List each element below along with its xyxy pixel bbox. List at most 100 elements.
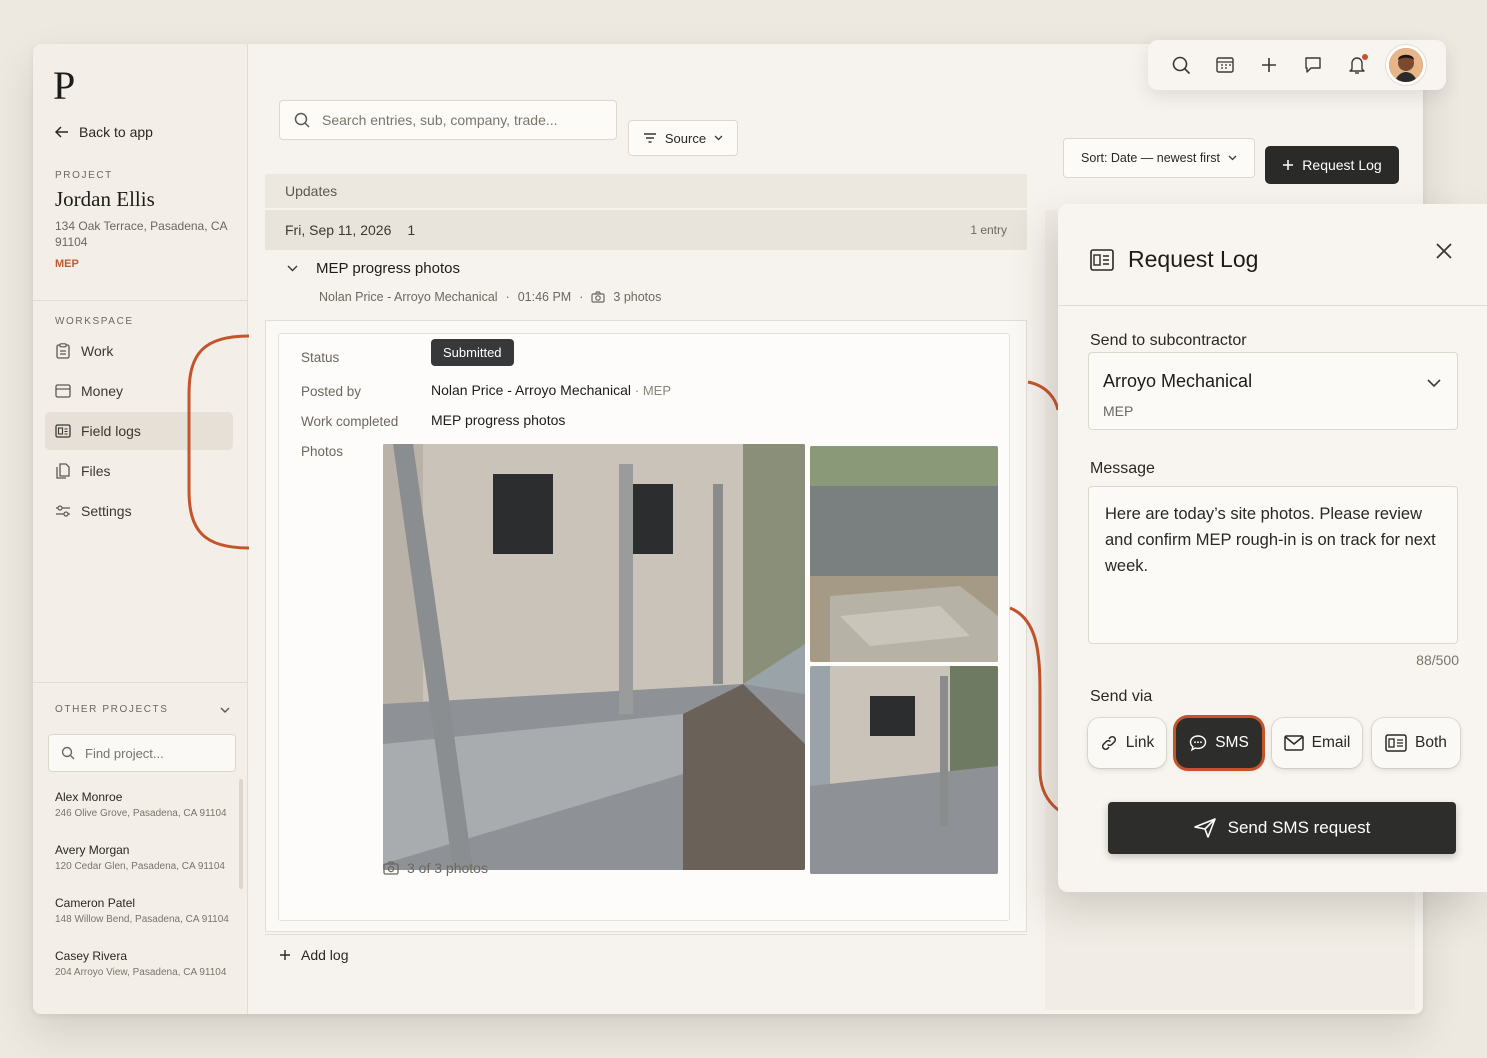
search-input[interactable]: Search entries, sub, company, trade... bbox=[279, 100, 617, 140]
sidebar-item-label: Files bbox=[81, 463, 111, 479]
updates-header: Updates bbox=[265, 174, 1027, 208]
find-project-placeholder: Find project... bbox=[85, 745, 164, 761]
plus-icon bbox=[279, 949, 291, 961]
filter-icon bbox=[643, 133, 657, 143]
date-label: Fri, Sep 11, 2026 bbox=[285, 222, 392, 238]
via-label: Both bbox=[1415, 734, 1447, 751]
list-item[interactable]: Cameron Patel 148 Willow Bend, Pasadena,… bbox=[55, 896, 240, 949]
send-sms-request-button[interactable]: Send SMS request bbox=[1108, 802, 1456, 854]
entry-detail: Status Submitted Posted by Nolan Price -… bbox=[278, 333, 1010, 921]
chat-icon bbox=[1189, 734, 1207, 752]
entry-photos-count: 3 photos bbox=[613, 290, 662, 304]
other-project-name: Casey Rivera bbox=[55, 949, 128, 963]
request-log-button[interactable]: Request Log bbox=[1265, 146, 1399, 184]
chevron-down-icon bbox=[714, 135, 723, 141]
chevron-down-icon bbox=[220, 707, 230, 713]
via-email-button[interactable]: Email bbox=[1272, 718, 1362, 768]
photos-label: Photos bbox=[301, 444, 344, 459]
via-label: Link bbox=[1125, 734, 1155, 751]
plus-icon[interactable] bbox=[1258, 54, 1280, 76]
project-trade-tag: MEP bbox=[55, 258, 79, 270]
date-group-header[interactable]: Fri, Sep 11, 2026 1 1 entry bbox=[265, 210, 1027, 250]
wallet-icon bbox=[55, 383, 71, 399]
status-value: Submitted bbox=[431, 339, 514, 366]
entry-header[interactable]: MEP progress photos Nolan Price - Arroyo… bbox=[265, 250, 1027, 320]
work-completed-label: Work completed bbox=[301, 414, 399, 429]
separator-dot: · bbox=[579, 290, 584, 304]
other-project-address: 148 Willow Bend, Pasadena, CA 91104 bbox=[55, 914, 229, 925]
top-toolbar bbox=[1148, 40, 1446, 90]
search-icon bbox=[61, 746, 75, 760]
current-project: PROJECT Jordan Ellis 134 Oak Terrace, Pa… bbox=[55, 170, 235, 270]
subcontractor-select[interactable]: Arroyo Mechanical MEP bbox=[1088, 352, 1458, 430]
subcontractor-name: Arroyo Mechanical bbox=[1103, 371, 1253, 391]
sort-dropdown[interactable]: Sort: Date — newest first bbox=[1063, 138, 1255, 178]
entry-meta: Nolan Price - Arroyo Mechanical · 01:46 … bbox=[319, 290, 661, 304]
divider bbox=[33, 682, 248, 683]
files-icon bbox=[55, 463, 71, 479]
list-item[interactable]: Avery Morgan 120 Cedar Glen, Pasadena, C… bbox=[55, 843, 240, 896]
project-label: PROJECT bbox=[55, 170, 113, 181]
other-projects-toggle[interactable]: OTHER PROJECTS bbox=[55, 704, 230, 715]
message-label: Message bbox=[1090, 460, 1155, 477]
other-project-name: Avery Morgan bbox=[55, 843, 130, 857]
site-photo-2[interactable] bbox=[810, 446, 998, 662]
other-project-address: 204 Arroyo View, Pasadena, CA 91104 bbox=[55, 967, 227, 978]
link-icon bbox=[1100, 734, 1118, 752]
divider bbox=[33, 300, 248, 301]
sliders-icon bbox=[55, 503, 71, 519]
site-photo-3[interactable] bbox=[810, 666, 998, 874]
find-project-input[interactable]: Find project... bbox=[48, 734, 236, 772]
send-icon bbox=[1193, 818, 1216, 838]
sidebar-item-label: Field logs bbox=[81, 423, 141, 439]
other-project-name: Cameron Patel bbox=[55, 896, 136, 910]
send-button-label: Send SMS request bbox=[1227, 818, 1371, 837]
notification-dot bbox=[1362, 54, 1368, 60]
add-log-button[interactable]: Add log bbox=[265, 934, 1027, 974]
separator-dot: · bbox=[505, 290, 510, 304]
chevron-down-icon[interactable] bbox=[287, 265, 298, 272]
work-completed-value: MEP progress photos bbox=[431, 412, 566, 428]
via-label: Email bbox=[1311, 734, 1351, 751]
via-sms-button[interactable]: SMS bbox=[1176, 718, 1262, 768]
chevron-down-icon bbox=[1427, 379, 1441, 388]
source-filter-button[interactable]: Source bbox=[628, 120, 738, 156]
back-to-app-link[interactable]: Back to app bbox=[55, 124, 153, 140]
chat-icon[interactable] bbox=[1302, 54, 1324, 76]
separator-dot: · bbox=[634, 383, 643, 398]
modal-title: Request Log bbox=[1128, 246, 1259, 272]
via-both-button[interactable]: Both bbox=[1372, 718, 1460, 768]
posted-by-trade: MEP bbox=[642, 383, 671, 398]
other-projects-label: OTHER PROJECTS bbox=[55, 704, 169, 715]
via-link-button[interactable]: Link bbox=[1088, 718, 1166, 768]
calendar-icon[interactable] bbox=[1214, 54, 1236, 76]
search-icon[interactable] bbox=[1170, 54, 1192, 76]
list-item[interactable]: Alex Monroe 246 Olive Grove, Pasadena, C… bbox=[55, 790, 240, 843]
posted-by-value: Nolan Price - Arroyo Mechanical bbox=[431, 382, 631, 398]
entry-title-row: MEP progress photos bbox=[287, 260, 460, 277]
sidebar-item-label: Work bbox=[81, 343, 114, 359]
message-textarea[interactable]: Here are today’s site photos. Please rev… bbox=[1088, 486, 1458, 644]
other-project-address: 120 Cedar Glen, Pasadena, CA 91104 bbox=[55, 861, 225, 872]
photo-count: 3 of 3 photos bbox=[383, 860, 488, 876]
list-item[interactable]: Casey Rivera 204 Arroyo View, Pasadena, … bbox=[55, 949, 240, 1002]
source-label: Source bbox=[664, 130, 707, 146]
updates-label: Updates bbox=[285, 183, 338, 199]
entry-author: Nolan Price - Arroyo Mechanical bbox=[319, 290, 498, 304]
entry-count: 1 entry bbox=[970, 223, 1007, 237]
search-icon bbox=[294, 112, 310, 128]
photo-count-label: 3 of 3 photos bbox=[407, 860, 488, 876]
send-to-label: Send to subcontractor bbox=[1090, 332, 1247, 349]
search-placeholder: Search entries, sub, company, trade... bbox=[322, 112, 558, 128]
sidebar-item-label: Money bbox=[81, 383, 124, 399]
avatar[interactable] bbox=[1386, 45, 1426, 85]
site-photo-1[interactable] bbox=[383, 444, 805, 870]
modal-header: Request Log bbox=[1058, 204, 1487, 306]
close-icon[interactable] bbox=[1435, 242, 1453, 260]
chevron-down-icon bbox=[1228, 155, 1237, 161]
clipboard-icon bbox=[55, 343, 71, 359]
both-icon bbox=[1385, 734, 1407, 752]
sidebar-item-label: Settings bbox=[81, 503, 132, 519]
via-label: SMS bbox=[1215, 734, 1249, 751]
bell-icon[interactable] bbox=[1346, 54, 1368, 76]
